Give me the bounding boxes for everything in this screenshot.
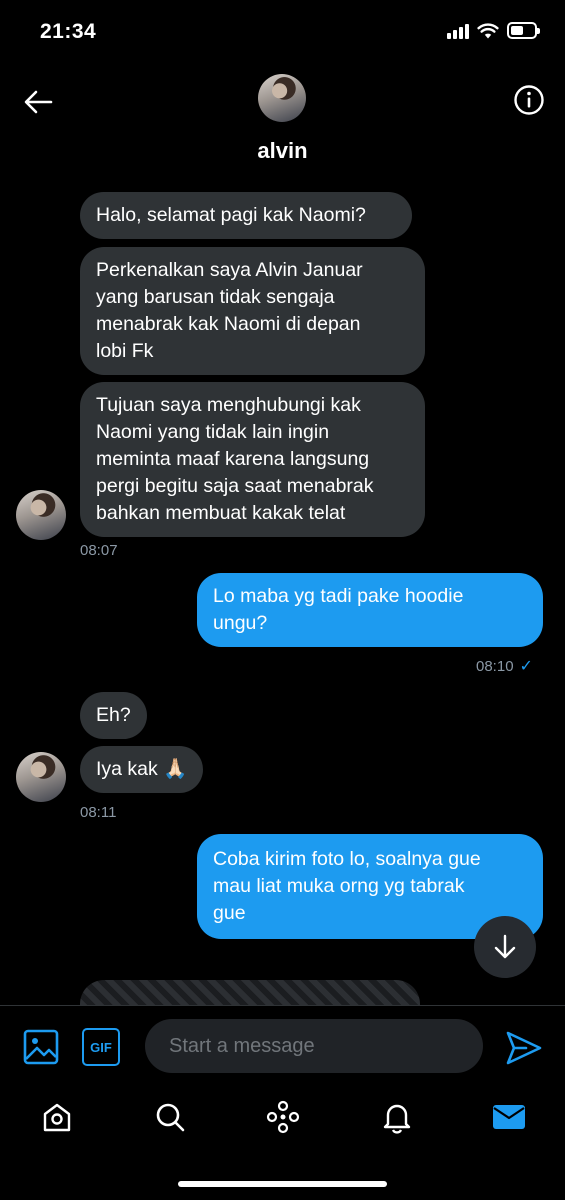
message-bubble-incoming[interactable]: Halo, selamat pagi kak Naomi? xyxy=(80,192,412,239)
send-button[interactable] xyxy=(504,1028,544,1068)
sender-avatar[interactable] xyxy=(16,490,66,540)
status-bar: 21:34 xyxy=(0,0,565,64)
tab-messages[interactable] xyxy=(489,1097,529,1137)
home-indicator xyxy=(178,1181,387,1187)
conversation-header: alvin xyxy=(0,64,565,174)
status-time: 21:34 xyxy=(40,20,97,43)
message-line: Tujuan saya menghubungi kak xyxy=(96,394,361,416)
message-line: Iya kak 🙏🏻 xyxy=(96,758,188,780)
spaces-icon xyxy=(266,1100,300,1134)
arrow-down-icon xyxy=(494,934,516,959)
message-line: gue xyxy=(213,902,246,924)
message-bubble-incoming[interactable]: Iya kak 🙏🏻 xyxy=(80,746,204,793)
message-line: meminta maaf karena langsung xyxy=(96,448,370,470)
message-line: Halo, selamat pagi kak Naomi? xyxy=(96,204,366,226)
signal-icon xyxy=(447,23,469,39)
search-icon xyxy=(156,1103,185,1132)
bottom-tab-bar xyxy=(0,1087,565,1200)
message-bubble-incoming[interactable]: Eh? xyxy=(80,692,147,739)
read-check-icon: ✓ xyxy=(519,658,533,675)
message-line: bahkan membuat kakak telat xyxy=(96,502,346,524)
message-bubble-incoming[interactable]: Tujuan saya menghubungi kak Naomi yang t… xyxy=(80,382,425,537)
message-line: Perkenalkan saya Alvin Januar xyxy=(96,259,363,281)
message-bubble-outgoing[interactable]: Lo maba yg tadi pake hoodie ungu? xyxy=(197,573,543,647)
message-line: Eh? xyxy=(96,704,131,726)
info-button[interactable] xyxy=(511,82,547,118)
home-icon xyxy=(43,1103,71,1132)
battery-icon xyxy=(507,22,540,39)
messages-icon xyxy=(493,1105,525,1129)
sender-avatar[interactable] xyxy=(16,752,66,802)
message-line: yang barusan tidak sengaja xyxy=(96,286,335,308)
scroll-to-bottom-button[interactable] xyxy=(474,916,536,978)
send-icon xyxy=(506,1031,542,1065)
message-line: menabrak kak Naomi di depan xyxy=(96,313,361,335)
message-timestamp: 08:10 ✓ xyxy=(476,656,533,676)
image-message-preview[interactable] xyxy=(80,980,420,1005)
message-bubble-incoming[interactable]: Perkenalkan saya Alvin Januar yang barus… xyxy=(80,247,425,375)
media-button[interactable] xyxy=(22,1028,60,1066)
gif-icon: GIF xyxy=(90,1039,112,1055)
message-line: Coba kirim foto lo, soalnya gue xyxy=(213,848,481,870)
message-timestamp: 08:07 xyxy=(80,542,118,559)
contact-name[interactable]: alvin xyxy=(0,138,565,164)
wifi-icon xyxy=(477,22,499,38)
message-line: lobi Fk xyxy=(96,340,154,362)
notifications-icon xyxy=(383,1104,411,1134)
gif-button[interactable]: GIF xyxy=(82,1028,120,1066)
tab-spaces[interactable] xyxy=(263,1097,303,1137)
message-line: mau liat muka orng yg tabrak xyxy=(213,875,465,897)
tab-search[interactable] xyxy=(150,1097,190,1137)
status-icons xyxy=(447,22,540,39)
message-list[interactable]: Halo, selamat pagi kak Naomi? Perkenalka… xyxy=(0,180,565,1005)
back-arrow-icon xyxy=(24,90,53,114)
tab-notifications[interactable] xyxy=(377,1097,417,1137)
message-line: ungu? xyxy=(213,612,268,634)
message-line: Lo maba yg tadi pake hoodie xyxy=(213,585,464,607)
message-composer: GIF xyxy=(0,1005,565,1087)
message-line: Naomi yang tidak lain ingin xyxy=(96,421,330,443)
media-icon xyxy=(23,1029,59,1065)
message-input[interactable] xyxy=(145,1019,483,1073)
tab-home[interactable] xyxy=(37,1097,77,1137)
header-avatar[interactable] xyxy=(258,74,306,122)
message-timestamp: 08:11 xyxy=(80,804,117,821)
message-line: pergi begitu saja saat menabrak xyxy=(96,475,374,497)
info-icon xyxy=(514,85,544,115)
back-button[interactable] xyxy=(20,84,56,120)
timestamp-text: 08:10 xyxy=(476,658,514,675)
